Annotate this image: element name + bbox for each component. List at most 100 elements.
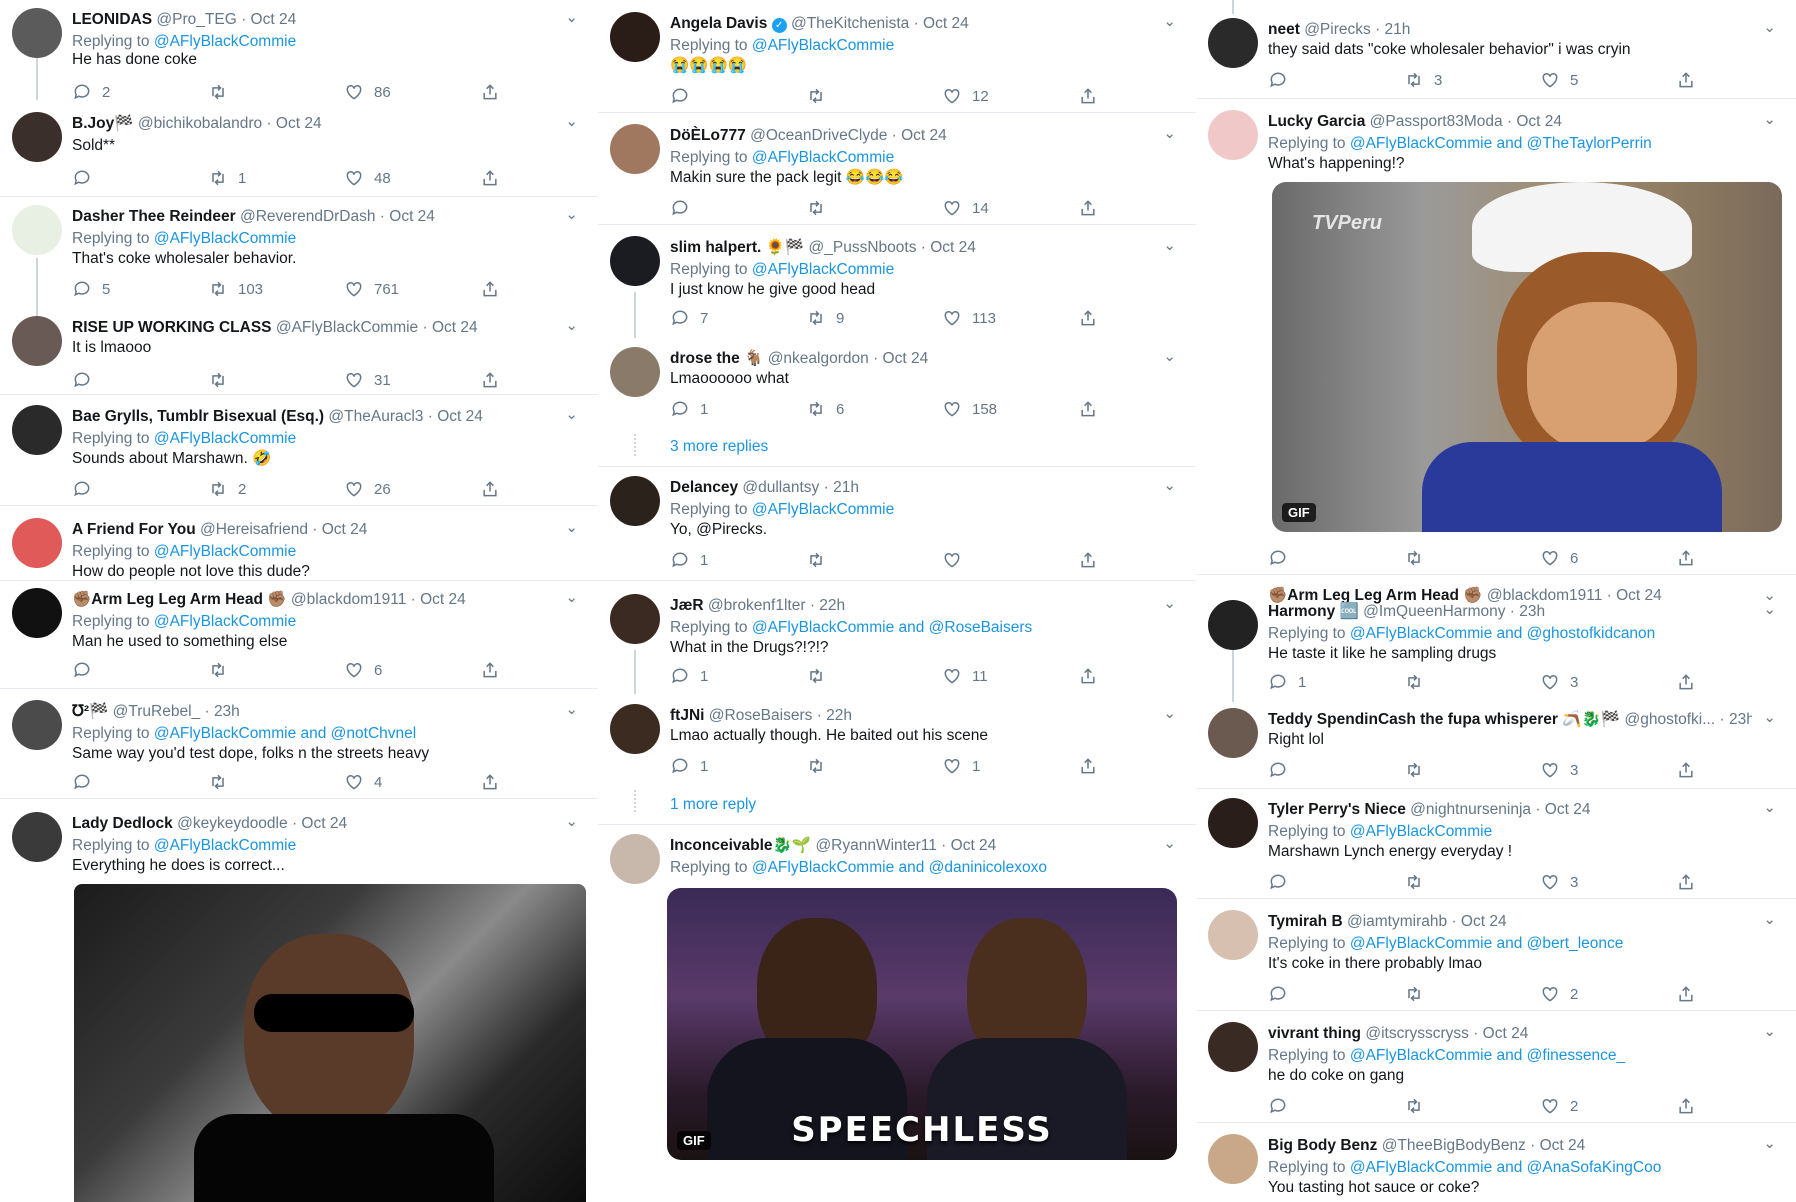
display-name[interactable]: DöÈLo777: [670, 127, 746, 144]
timestamp[interactable]: Oct 24: [923, 15, 969, 32]
handle[interactable]: @Passport83Moda: [1370, 113, 1503, 130]
tweet[interactable]: Bae Grylls, Tumblr Bisexual (Esq.) @TheA…: [0, 405, 598, 506]
like-button[interactable]: 48: [344, 166, 391, 190]
retweet-button[interactable]: [806, 754, 836, 778]
handle[interactable]: @itscrysscryss: [1365, 1025, 1469, 1042]
timestamp[interactable]: Oct 24: [301, 815, 347, 832]
timestamp[interactable]: Oct 24: [883, 350, 929, 367]
like-button[interactable]: 12: [942, 84, 989, 108]
retweet-button[interactable]: [208, 80, 238, 104]
chevron-down-icon[interactable]: ⌄: [565, 8, 578, 26]
display-name[interactable]: Inconceivable🐉🌱: [670, 837, 811, 854]
tweet[interactable]: RISE UP WORKING CLASS @AFlyBlackCommie ·…: [0, 316, 598, 395]
reply-button[interactable]: 1: [670, 397, 708, 421]
chevron-down-icon[interactable]: ⌄: [1163, 124, 1176, 142]
handle[interactable]: @RoseBaisers: [709, 707, 813, 724]
reply-button[interactable]: [1268, 758, 1298, 782]
avatar[interactable]: [12, 405, 62, 455]
like-button[interactable]: 11: [942, 664, 988, 688]
like-button[interactable]: 6: [1540, 546, 1578, 570]
handle[interactable]: @dullantsy: [742, 479, 819, 496]
display-name[interactable]: ✊🏽Arm Leg Leg Arm Head ✊🏽: [72, 591, 287, 608]
chevron-down-icon[interactable]: ⌄: [565, 518, 578, 536]
tweet[interactable]: ✊🏽Arm Leg Leg Arm Head ✊🏽 @blackdom1911 …: [0, 588, 598, 689]
avatar[interactable]: [1208, 1134, 1258, 1184]
timestamp[interactable]: Oct 24: [276, 115, 322, 132]
display-name[interactable]: Lucky Garcia: [1268, 113, 1365, 130]
share-button[interactable]: [480, 277, 500, 301]
tweet[interactable]: A Friend For You @Hereisafriend · Oct 24…: [0, 518, 598, 581]
share-button[interactable]: [480, 658, 500, 682]
handle[interactable]: @ImQueenHarmony: [1363, 603, 1505, 620]
reply-button[interactable]: [72, 368, 102, 392]
timestamp[interactable]: Oct 24: [432, 319, 478, 336]
chevron-down-icon[interactable]: ⌄: [1163, 704, 1176, 722]
share-button[interactable]: [480, 477, 500, 501]
share-button[interactable]: [1676, 670, 1696, 694]
handle[interactable]: @TheKitchenista: [791, 15, 909, 32]
tweet[interactable]: Teddy SpendinCash the fupa whisperer 🪃🐉🏁…: [1196, 708, 1796, 789]
handle[interactable]: @iamtymirahb: [1347, 913, 1447, 930]
like-button[interactable]: 3: [1540, 758, 1578, 782]
chevron-down-icon[interactable]: ⌄: [565, 316, 578, 334]
like-button[interactable]: 6: [344, 658, 382, 682]
handle[interactable]: @Hereisafriend: [200, 521, 308, 538]
like-button[interactable]: [942, 548, 972, 572]
timestamp[interactable]: Oct 24: [437, 408, 483, 425]
avatar[interactable]: [610, 12, 660, 62]
timestamp[interactable]: Oct 24: [1545, 801, 1591, 818]
display-name[interactable]: neet: [1268, 21, 1300, 38]
share-button[interactable]: [1676, 982, 1696, 1006]
share-button[interactable]: [1676, 546, 1696, 570]
like-button[interactable]: 2: [1540, 982, 1578, 1006]
retweet-button[interactable]: [1404, 670, 1434, 694]
tweet[interactable]: Angela Davis ✓ @TheKitchenista · Oct 24 …: [598, 12, 1196, 113]
reply-button[interactable]: [72, 166, 102, 190]
chevron-down-icon[interactable]: ⌄: [1763, 18, 1776, 36]
like-button[interactable]: 86: [344, 80, 391, 104]
tweet[interactable]: JæR @brokenf1lter · 22h ⌄ Replying to @A…: [598, 594, 1196, 688]
chevron-down-icon[interactable]: ⌄: [565, 700, 578, 718]
timestamp[interactable]: Oct 24: [251, 11, 297, 28]
retweet-button[interactable]: [806, 196, 836, 220]
avatar[interactable]: [1208, 798, 1258, 848]
reply-button[interactable]: [72, 658, 102, 682]
reply-button[interactable]: [72, 477, 102, 501]
handle[interactable]: @Pro_TEG: [156, 11, 236, 28]
share-button[interactable]: [1078, 397, 1098, 421]
share-button[interactable]: [480, 166, 500, 190]
tweet[interactable]: B.Joy🏁 @bichikobalandro · Oct 24 ⌄ Sold*…: [0, 112, 598, 197]
like-button[interactable]: 5: [1540, 68, 1578, 92]
avatar[interactable]: [12, 112, 62, 162]
tweet[interactable]: ftJNi @RoseBaisers · 22h ⌄ Lmao actually…: [598, 704, 1196, 784]
avatar[interactable]: [1208, 1022, 1258, 1072]
reply-button[interactable]: 7: [670, 306, 708, 330]
chevron-down-icon[interactable]: ⌄: [565, 588, 578, 606]
avatar[interactable]: [1208, 708, 1258, 758]
handle[interactable]: @TheAuracl3: [328, 408, 423, 425]
reply-button[interactable]: 5: [72, 277, 110, 301]
gif-media[interactable]: TVPeru GIF: [1272, 182, 1782, 532]
avatar[interactable]: [1208, 110, 1258, 160]
chevron-down-icon[interactable]: ⌄: [565, 112, 578, 130]
share-button[interactable]: [1676, 870, 1696, 894]
display-name[interactable]: Harmony 🆒: [1268, 603, 1359, 620]
share-button[interactable]: [1078, 754, 1098, 778]
tweet[interactable]: neet @Pirecks · 21h ⌄ they said dats "co…: [1196, 18, 1796, 99]
handle[interactable]: @Pirecks: [1304, 21, 1371, 38]
like-button[interactable]: 3: [1540, 870, 1578, 894]
handle[interactable]: @nightnurseninja: [1410, 801, 1531, 818]
chevron-down-icon[interactable]: ⌄: [1163, 12, 1176, 30]
show-more-replies-link[interactable]: 1 more reply: [670, 796, 756, 814]
reply-button[interactable]: [1268, 870, 1298, 894]
timestamp[interactable]: 22h: [826, 707, 852, 724]
share-button[interactable]: [1676, 68, 1696, 92]
avatar[interactable]: [610, 124, 660, 174]
avatar[interactable]: [12, 316, 62, 366]
share-button[interactable]: [1676, 758, 1696, 782]
share-button[interactable]: [1078, 84, 1098, 108]
share-button[interactable]: [480, 368, 500, 392]
avatar[interactable]: [12, 205, 62, 255]
display-name[interactable]: Delancey: [670, 479, 738, 496]
timestamp[interactable]: Oct 24: [951, 837, 997, 854]
